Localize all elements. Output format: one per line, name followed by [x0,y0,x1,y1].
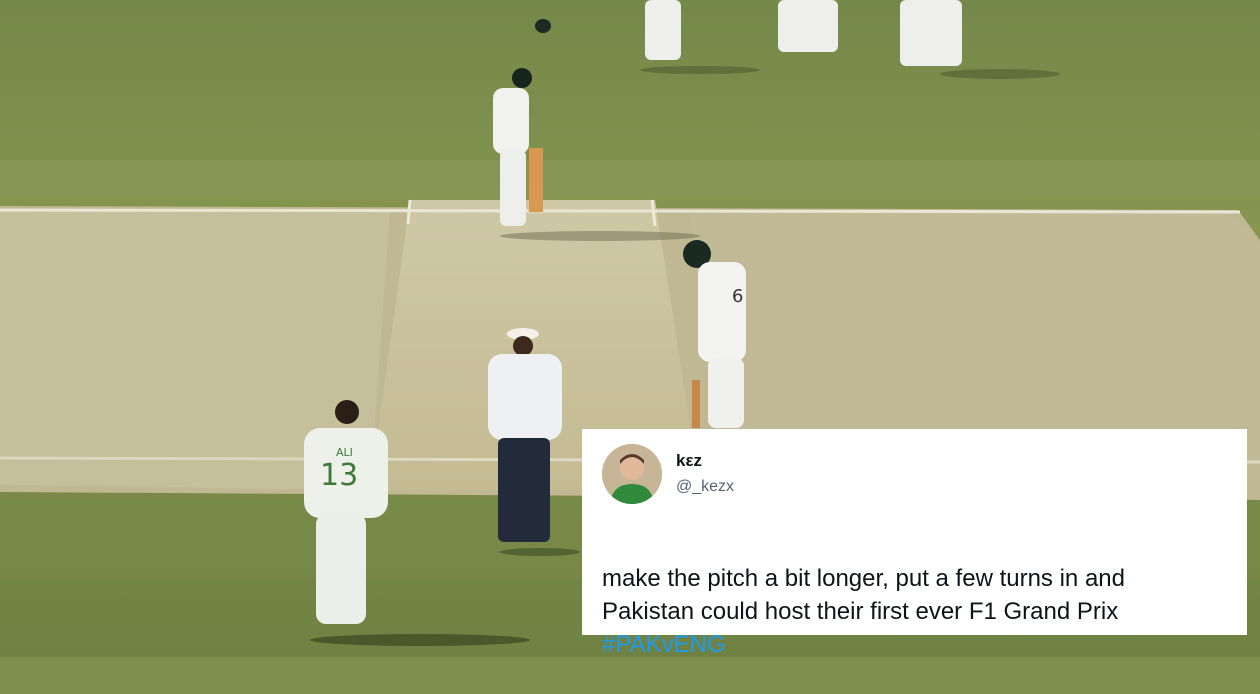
svg-text:6: 6 [732,286,743,307]
user-info: kεz @_kezx [676,450,734,498]
tweet-body: make the pitch a bit longer, put a few t… [602,529,1227,694]
tweet-card[interactable]: kεz @_kezx make the pitch a bit longer, … [582,429,1247,658]
tweet-header: kεz @_kezx [602,443,1227,505]
profile-photo-icon [602,444,662,504]
crease-line [0,208,1241,214]
svg-text:ALI: ALI [336,446,353,459]
tweet-text: make the pitch a bit longer, put a few t… [602,565,1125,625]
svg-text:13: 13 [320,458,358,493]
return-crease [406,199,412,225]
stumps [529,148,543,212]
helmet [535,19,551,33]
outfield-band [0,160,1260,200]
display-name[interactable]: kεz [676,450,734,472]
avatar[interactable] [602,444,662,504]
hashtag-link[interactable]: #PAKvENG [602,628,1227,661]
handle[interactable]: @_kezx [676,476,734,498]
